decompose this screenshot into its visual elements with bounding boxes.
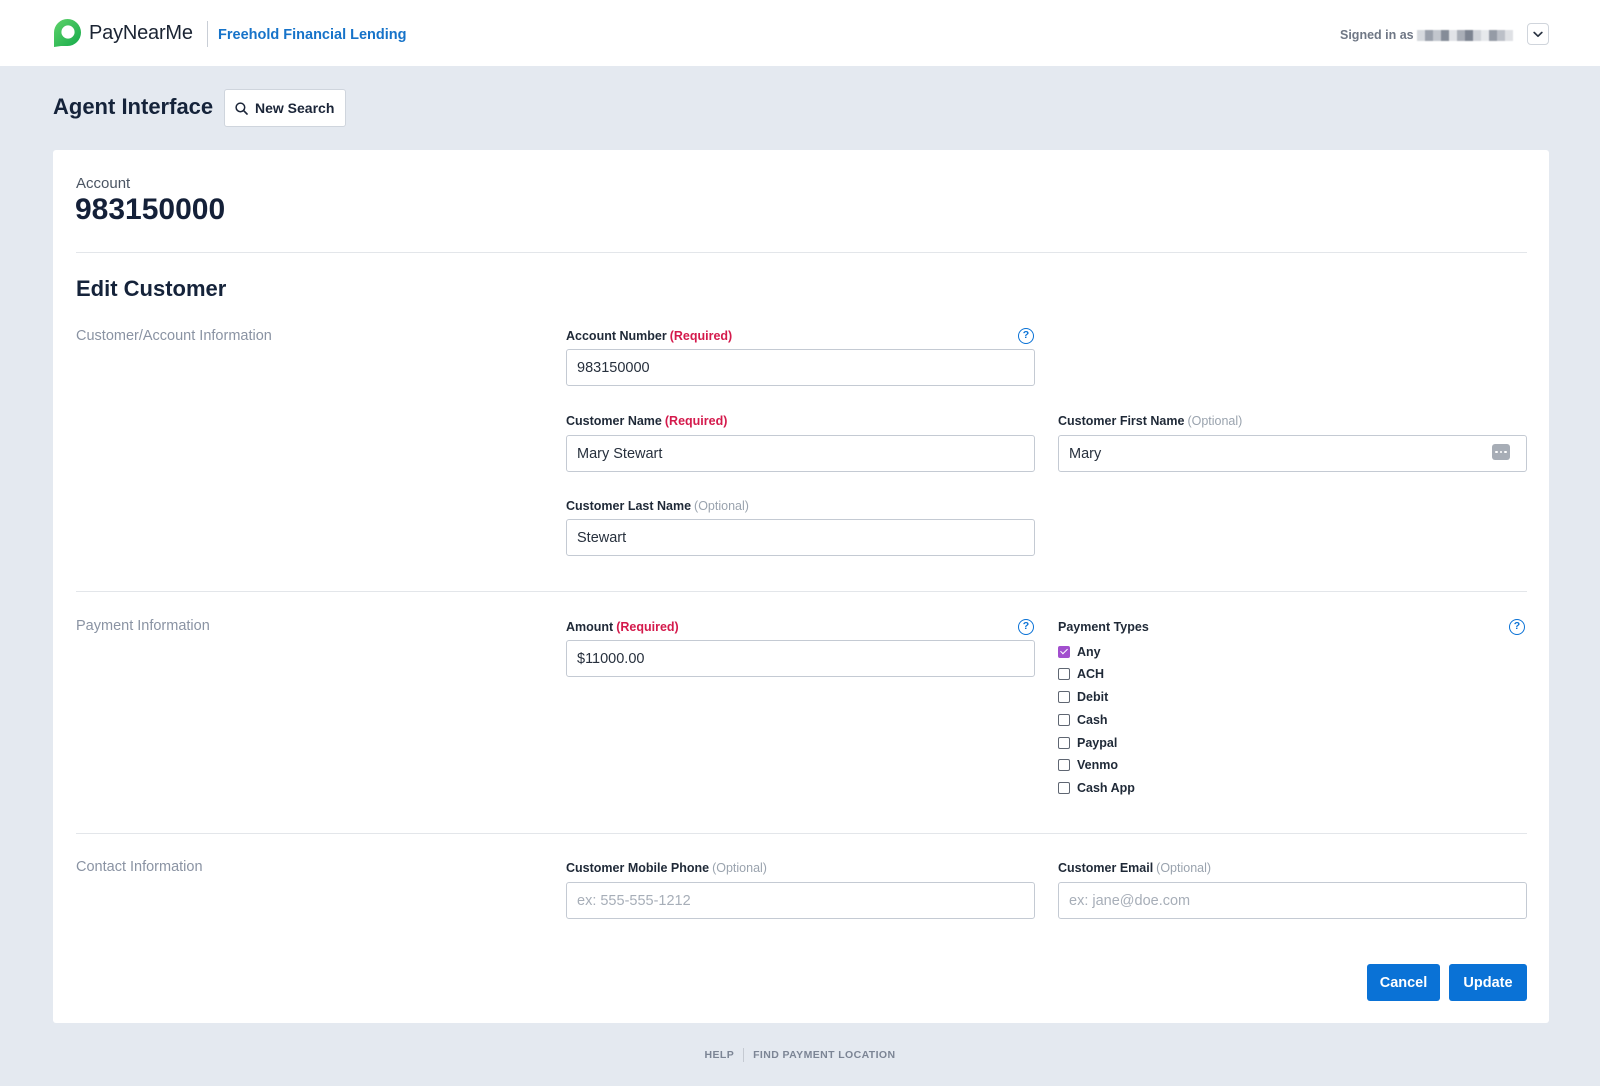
contact-section-title: Contact Information — [76, 859, 203, 875]
optional-tag: (Optional) — [1187, 414, 1243, 428]
signed-in-label: Signed in as — [1340, 28, 1414, 42]
customer-mobile-phone-label: Customer Mobile Phone (Optional) — [566, 860, 767, 876]
payment-type-debit[interactable]: Debit — [1058, 690, 1108, 704]
new-search-button[interactable]: New Search — [224, 89, 346, 127]
customer-name-input[interactable] — [566, 435, 1035, 472]
brand-name: PayNearMe — [89, 22, 193, 44]
customer-last-name-label-text: Customer Last Name — [566, 499, 692, 513]
optional-tag: (Optional) — [712, 861, 767, 875]
paynearme-logo[interactable]: PayNearMe — [53, 18, 193, 48]
customer-email-input[interactable] — [1058, 882, 1527, 919]
amount-input[interactable] — [566, 640, 1035, 677]
update-button[interactable]: Update — [1449, 964, 1527, 1001]
account-number-label-text: Account Number — [566, 329, 667, 343]
payment-type-cash-app[interactable]: Cash App — [1058, 781, 1135, 795]
top-header: PayNearMe Freehold Financial Lending Sig… — [0, 0, 1600, 66]
account-label: Account — [76, 175, 131, 192]
payment-type-label: Paypal — [1077, 736, 1118, 750]
customer-mobile-phone-input[interactable] — [566, 882, 1035, 919]
autofill-menu-icon[interactable] — [1492, 444, 1510, 460]
payment-type-paypal-checkbox[interactable] — [1058, 737, 1070, 749]
page-title: Agent Interface — [53, 94, 214, 119]
paynearme-logo-icon — [54, 19, 81, 47]
amount-label-text: Amount — [566, 620, 614, 634]
header-divider — [207, 21, 208, 47]
payment-types-label: Payment Types — [1058, 620, 1149, 634]
payment-type-cash-checkbox[interactable] — [1058, 714, 1070, 726]
payment-type-cash[interactable]: Cash — [1058, 713, 1108, 727]
account-number-heading: 983150000 — [75, 193, 226, 226]
signed-in-info: Signed in as — [1340, 26, 1513, 44]
payment-type-venmo[interactable]: Venmo — [1058, 758, 1118, 772]
section-divider — [76, 833, 1527, 834]
merchant-name[interactable]: Freehold Financial Lending — [218, 26, 407, 44]
customer-name-label-text: Customer Name — [566, 414, 662, 428]
optional-tag: (Optional) — [694, 499, 749, 513]
payment-type-paypal[interactable]: Paypal — [1058, 736, 1117, 750]
payment-type-debit-checkbox[interactable] — [1058, 691, 1070, 703]
customer-last-name-label: Customer Last Name (Optional) — [566, 498, 749, 514]
payment-type-label: Cash — [1077, 713, 1108, 727]
section-divider — [76, 252, 1527, 253]
payment-type-label: Debit — [1077, 690, 1109, 704]
signed-in-user-name-redacted — [1416, 29, 1513, 41]
account-menu-button[interactable] — [1527, 23, 1549, 45]
payment-type-label: ACH — [1077, 667, 1105, 681]
payment-type-any-checkbox[interactable] — [1058, 646, 1070, 658]
form-title: Edit Customer — [76, 276, 227, 301]
payment-type-label: Cash App — [1077, 781, 1135, 795]
account-number-label: Account Number (Required) — [566, 328, 732, 344]
new-search-label: New Search — [255, 100, 335, 116]
customer-mobile-phone-label-text: Customer Mobile Phone — [566, 861, 710, 875]
customer-email-label: Customer Email (Optional) — [1058, 860, 1211, 876]
payment-type-cash-app-checkbox[interactable] — [1058, 782, 1070, 794]
optional-tag: (Optional) — [1156, 861, 1212, 875]
footer-divider — [743, 1048, 745, 1062]
payment-type-label: Any — [1077, 645, 1101, 659]
payment-section-title: Payment Information — [76, 618, 210, 634]
customer-email-label-text: Customer Email — [1058, 861, 1154, 875]
help-icon[interactable] — [1018, 619, 1034, 635]
help-icon[interactable] — [1509, 619, 1525, 635]
customer-name-label: Customer Name (Required) — [566, 413, 727, 429]
payment-type-any[interactable]: Any — [1058, 645, 1101, 659]
section-divider — [76, 591, 1527, 592]
account-number-input[interactable] — [566, 349, 1035, 386]
page-footer: HELP FIND PAYMENT LOCATION — [0, 1047, 1600, 1063]
amount-label: Amount (Required) — [566, 619, 679, 635]
payment-type-ach-checkbox[interactable] — [1058, 668, 1070, 680]
customer-first-name-label-text: Customer First Name — [1058, 414, 1185, 428]
customer-section-title: Customer/Account Information — [76, 328, 272, 344]
payment-type-label: Venmo — [1077, 758, 1118, 772]
payment-type-ach[interactable]: ACH — [1058, 667, 1104, 681]
chevron-down-icon — [1533, 31, 1543, 37]
customer-last-name-input[interactable] — [566, 519, 1035, 556]
customer-first-name-label: Customer First Name (Optional) — [1058, 413, 1242, 429]
cancel-button[interactable]: Cancel — [1367, 964, 1440, 1001]
required-tag: (Required) — [616, 620, 679, 634]
edit-customer-card: Account 983150000 Edit Customer Customer… — [53, 150, 1549, 1023]
search-icon — [235, 101, 248, 115]
help-link[interactable]: HELP — [705, 1049, 735, 1061]
find-payment-location-link[interactable]: FIND PAYMENT LOCATION — [753, 1049, 895, 1061]
required-tag: (Required) — [664, 414, 728, 428]
help-icon[interactable] — [1018, 328, 1034, 344]
customer-first-name-input[interactable] — [1058, 435, 1527, 472]
required-tag: (Required) — [669, 329, 733, 343]
payment-type-venmo-checkbox[interactable] — [1058, 759, 1070, 771]
